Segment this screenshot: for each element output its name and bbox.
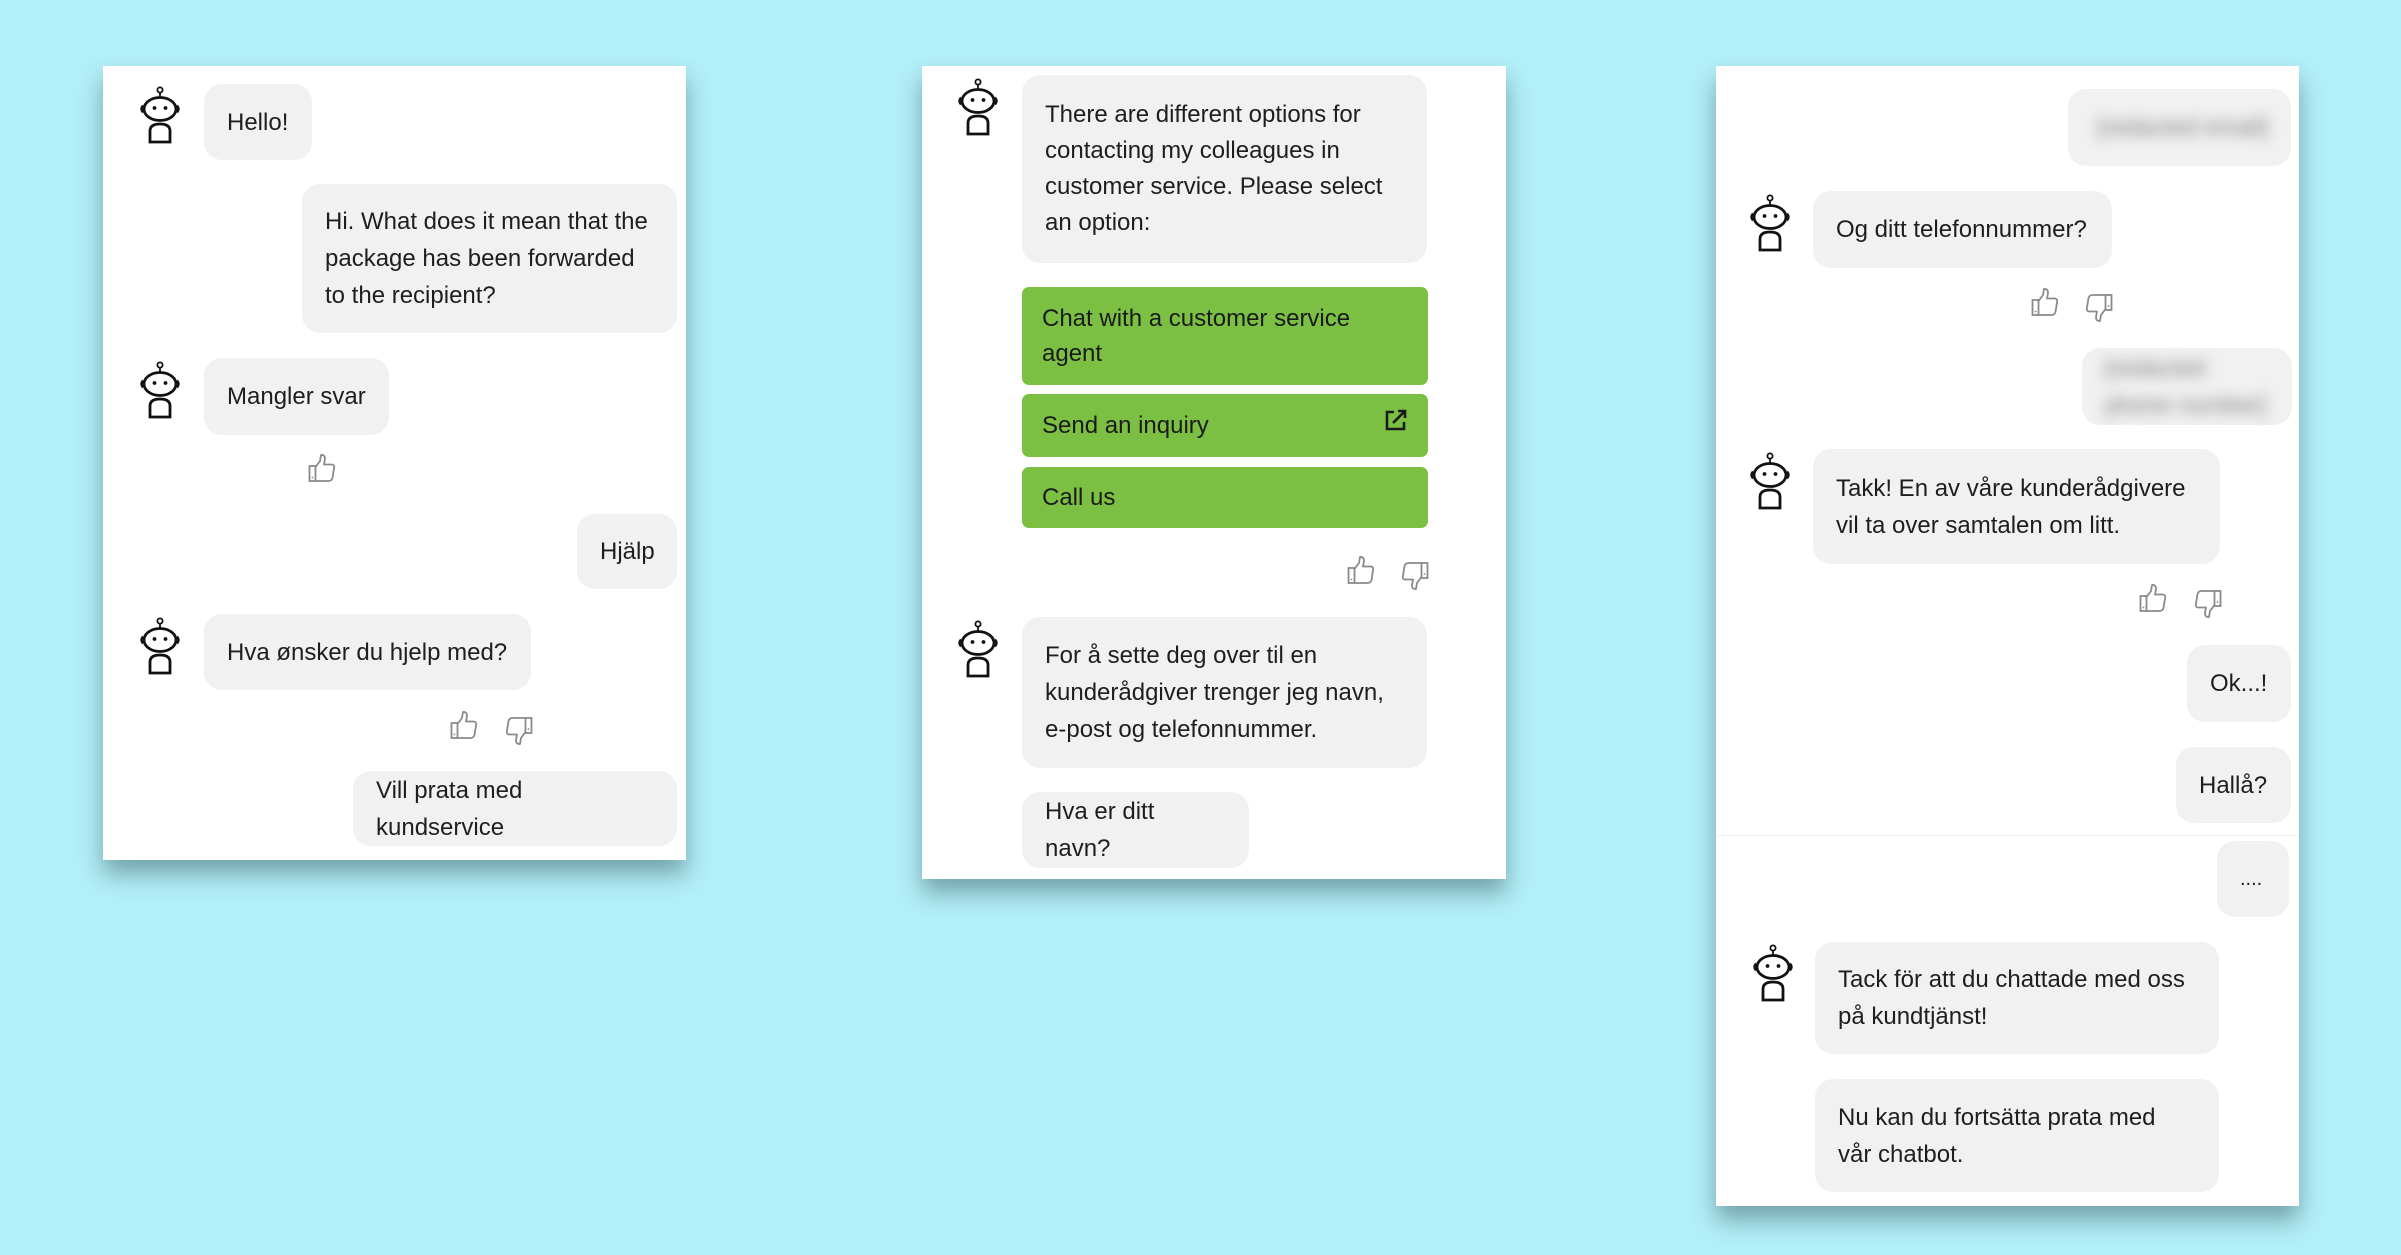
bot-message: For å sette deg over til en kunderådgive… [1022,617,1427,768]
bot-avatar-icon [137,617,183,675]
user-message-redacted-phone: [redacted phone number] [2082,348,2292,425]
bot-avatar-icon [1747,194,1793,252]
thumbs-down-icon[interactable] [2085,293,2113,323]
thumbs-up-icon[interactable] [308,453,336,483]
bot-avatar-icon [1750,944,1796,1002]
user-message: Vill prata med kundservice [353,771,677,846]
message-text: For å sette deg over til en kunderådgive… [1045,642,1384,743]
message-text: Hallå? [2199,771,2268,799]
user-message: Ok...! [2187,645,2291,722]
thumbs-up-icon[interactable] [450,710,478,740]
bot-message: There are different options for contacti… [1022,75,1427,263]
message-text: Hello! [227,108,289,136]
bot-message: Tack för att du chattade med oss på kund… [1815,942,2219,1054]
external-link-icon [1385,409,1407,430]
bot-message: Hva ønsker du hjelp med? [204,614,531,690]
user-message: Hallå? [2176,747,2291,823]
bot-avatar-icon [955,620,1001,678]
bot-message: Hello! [204,84,312,160]
bot-avatar-icon [137,361,183,419]
bot-avatar-icon [137,86,183,144]
thumbs-up-icon[interactable] [2139,583,2167,613]
bot-message: Og ditt telefonnummer? [1813,191,2112,268]
message-text: Vill prata med kundservice [376,776,523,841]
message-text: Mangler svar [227,383,366,410]
option-label: Chat with a customer service agent [1042,305,1351,367]
option-chat-agent-button[interactable]: Chat with a customer service agent [1022,287,1428,385]
message-text: Ok...! [2210,670,2268,697]
message-text: Nu kan du fortsätta prata med vår chatbo… [1838,1103,2156,1168]
option-send-inquiry-button[interactable]: Send an inquiry [1022,394,1428,457]
message-text: Og ditt telefonnummer? [1836,216,2087,243]
message-text: Tack för att du chattade med oss på kund… [1838,966,2185,1030]
message-text: [redacted phone number] [2105,354,2267,419]
bot-avatar-icon [1747,452,1793,510]
bot-message: Mangler svar [204,358,389,435]
thumbs-down-icon[interactable] [2194,589,2222,619]
thumbs-down-icon[interactable] [505,716,533,746]
message-text: Takk! En av våre kunderådgivere vil ta o… [1836,474,2186,539]
bot-message: Hva er ditt navn? [1022,792,1249,868]
message-text: [redacted email] [2097,114,2268,141]
user-message: .... [2217,841,2289,917]
message-text: There are different options for contacti… [1045,101,1383,236]
user-message: Hjälp [577,514,677,589]
thumbs-up-icon[interactable] [2031,287,2059,317]
message-text: Hi. What does it mean that the package h… [325,208,648,309]
bot-message: Nu kan du fortsätta prata med vår chatbo… [1815,1079,2219,1192]
user-message-redacted-email: [redacted email] [2068,89,2291,166]
message-text: Hva er ditt navn? [1045,798,1155,862]
bot-avatar-icon [955,78,1001,136]
divider [1716,835,2299,836]
option-call-us-button[interactable]: Call us [1022,467,1428,528]
option-label: Call us [1042,484,1116,511]
bot-message: Takk! En av våre kunderådgivere vil ta o… [1813,449,2220,564]
message-text: Hva ønsker du hjelp med? [227,638,508,666]
thumbs-down-icon[interactable] [1401,561,1429,591]
message-text: .... [2240,867,2263,890]
option-label: Send an inquiry [1042,412,1209,439]
message-text: Hjälp [600,538,655,565]
user-message: Hi. What does it mean that the package h… [302,184,677,333]
thumbs-up-icon[interactable] [1347,555,1375,585]
